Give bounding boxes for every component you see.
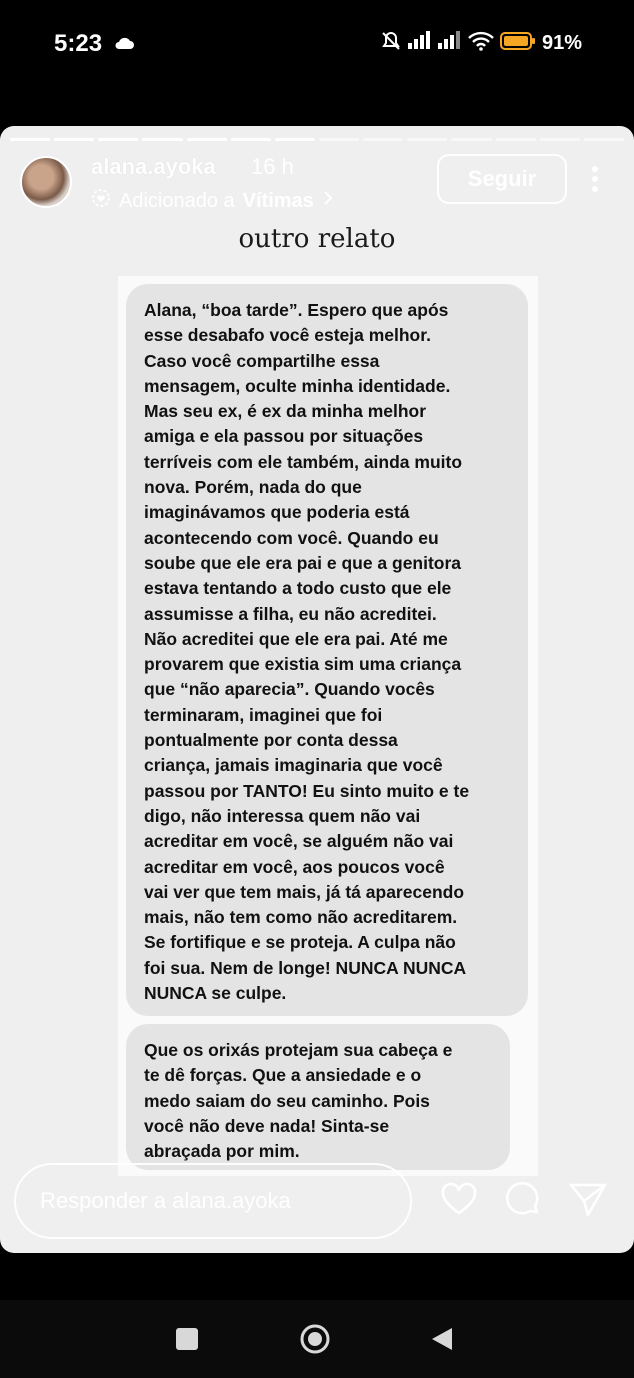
progress-segment <box>186 138 227 141</box>
signal-icon <box>407 31 462 56</box>
cloud-icon <box>114 36 134 55</box>
progress-segment <box>230 138 271 141</box>
progress-segment <box>363 138 404 141</box>
story-progress <box>10 138 624 141</box>
progress-segment <box>583 138 624 141</box>
progress-segment <box>54 138 95 141</box>
progress-segment <box>142 138 183 141</box>
progress-segment <box>318 138 360 141</box>
progress-segment <box>495 138 536 141</box>
message-bubble: Alana, “boa tarde”. Espero que após esse… <box>126 284 528 1016</box>
reply-input[interactable]: Responder a alana.ayoka <box>14 1163 412 1239</box>
status-bar: 5:23 91% <box>0 0 634 90</box>
added-prefix: Adicionado a <box>119 189 235 212</box>
status-time: 5:23 <box>54 30 103 57</box>
highlight-link[interactable]: Adicionado a Vítimas <box>91 188 334 214</box>
story-viewer[interactable]: alana.ayoka 16 h Adicionado a Vítimas Se… <box>0 126 634 1253</box>
mute-icon <box>380 30 402 57</box>
story-username[interactable]: alana.ayoka <box>91 154 216 180</box>
recents-icon[interactable] <box>176 1328 198 1350</box>
progress-segment <box>98 138 139 141</box>
more-icon[interactable] <box>588 164 602 199</box>
back-icon[interactable] <box>430 1326 454 1357</box>
highlight-name: Vítimas <box>242 189 314 212</box>
follow-button[interactable]: Seguir <box>437 154 567 204</box>
highlight-icon <box>91 188 111 214</box>
progress-segment <box>407 138 448 141</box>
navigation-bar <box>0 1300 634 1378</box>
progress-segment <box>539 138 580 141</box>
progress-segment <box>10 138 51 141</box>
heart-icon[interactable] <box>440 1182 478 1221</box>
progress-segment <box>274 138 315 141</box>
chat-icon[interactable] <box>504 1181 542 1223</box>
avatar[interactable] <box>20 156 72 208</box>
story-time-ago: 16 h <box>251 154 294 179</box>
battery-percentage: 91% <box>541 32 582 54</box>
wifi-icon <box>468 31 494 56</box>
send-icon[interactable] <box>568 1182 608 1223</box>
battery-icon <box>499 31 536 56</box>
chevron-right-icon <box>322 189 334 213</box>
message-screenshot: Alana, “boa tarde”. Espero que após esse… <box>118 276 538 1176</box>
progress-segment <box>451 138 492 141</box>
message-bubble: Que os orixás protejam sua cabeça e te d… <box>126 1024 510 1170</box>
story-title: outro relato <box>238 224 396 254</box>
status-indicators: 91% <box>380 30 582 57</box>
home-icon[interactable] <box>299 1323 331 1360</box>
